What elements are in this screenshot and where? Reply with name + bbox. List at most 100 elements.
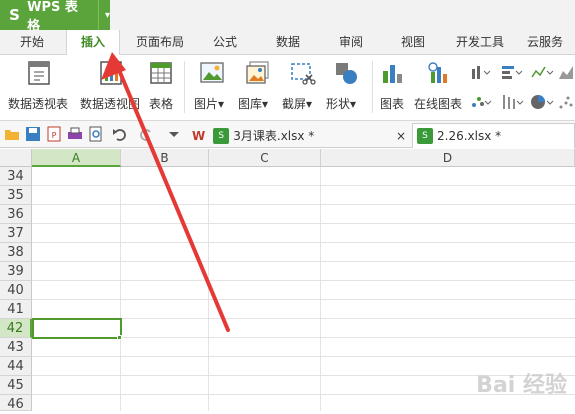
tab-review[interactable]: 审阅 [326, 30, 376, 55]
quick-access-bar: P W S 3月课表.xlsx * × S 2.26.xlsx * [0, 121, 575, 148]
row-header[interactable]: 39 [0, 262, 32, 281]
chart-icon [383, 65, 402, 83]
print-icon[interactable] [67, 126, 83, 142]
more-icon[interactable] [166, 126, 182, 142]
gridline [208, 167, 209, 411]
wps-app-menu-button[interactable]: S WPS 表格 ▾ [0, 0, 110, 34]
chart-label: 图表 [380, 97, 405, 111]
fill-handle[interactable] [117, 335, 122, 340]
scatter-chart-icon[interactable] [470, 93, 492, 111]
shapes-icon [336, 63, 357, 84]
ribbon-insert: 数据透视表 数据透视图 表格 图片▾ 图库▾ 截屏▾ 形状▾ 图表 在线图表 [0, 55, 575, 121]
online-chart-button[interactable]: 在线图表 [414, 59, 464, 111]
pivot-table-label: 数据透视表 [8, 97, 69, 111]
online-chart-icon [428, 62, 447, 83]
gridline [120, 167, 121, 411]
pivot-table-icon [28, 61, 50, 85]
document-name: 2.26.xlsx * [437, 129, 502, 143]
screenshot-button[interactable]: 截屏▾ [282, 59, 322, 111]
row-header-selected[interactable]: 42 [0, 319, 32, 338]
gridline [32, 185, 575, 186]
title-bar: S WPS 表格 ▾ [0, 0, 575, 34]
gridline [32, 280, 575, 281]
ribbon-separator [184, 61, 185, 113]
gallery-icon [246, 61, 269, 84]
pdf-icon[interactable]: P [46, 126, 62, 142]
row-header[interactable]: 38 [0, 243, 32, 262]
stock-chart-icon[interactable] [500, 93, 524, 111]
gallery-button[interactable]: 图库▾ [238, 59, 278, 111]
tab-insert[interactable]: 插入 [66, 30, 120, 56]
tab-view[interactable]: 视图 [388, 30, 438, 55]
gridline [32, 299, 575, 300]
tab-page-layout[interactable]: 页面布局 [128, 30, 192, 55]
tab-formula[interactable]: 公式 [200, 30, 250, 55]
gridline [32, 261, 575, 262]
gallery-label: 图库▾ [238, 97, 269, 111]
table-label: 表格 [149, 97, 174, 111]
area-chart-icon[interactable] [558, 63, 575, 81]
spreadsheet-file-icon: S [417, 128, 433, 144]
pie-chart-icon[interactable] [530, 93, 554, 111]
screenshot-label: 截屏▾ [282, 97, 313, 111]
gridline [32, 223, 575, 224]
shapes-label: 形状▾ [326, 97, 357, 111]
tab-data[interactable]: 数据 [262, 30, 314, 55]
app-name: WPS 表格 [27, 0, 78, 34]
tab-start[interactable]: 开始 [2, 30, 62, 55]
row-header[interactable]: 41 [0, 300, 32, 319]
baidu-watermark: Bai 经验 [476, 373, 567, 398]
selected-cell-a42[interactable] [32, 318, 122, 339]
more-charts-icon[interactable] [558, 93, 575, 111]
bar-chart-icon[interactable] [500, 63, 524, 81]
document-tab-1[interactable]: W S 3月课表.xlsx * × [188, 123, 410, 148]
undo-icon[interactable] [112, 126, 128, 142]
spreadsheet-file-icon: S [213, 127, 230, 144]
row-header[interactable]: 40 [0, 281, 32, 300]
wps-logo-icon: S [9, 6, 20, 24]
document-tab-2[interactable]: S 2.26.xlsx * [412, 123, 575, 148]
line-chart-icon[interactable] [530, 63, 554, 81]
chart-button[interactable]: 图表 [378, 59, 408, 111]
tab-cloud-service[interactable]: 云服务 [518, 30, 572, 55]
gridline [320, 167, 321, 411]
row-header[interactable]: 44 [0, 357, 32, 376]
picture-label: 图片▾ [194, 97, 225, 111]
gridline [32, 356, 575, 357]
row-header[interactable]: 34 [0, 167, 32, 186]
select-all-corner[interactable] [0, 149, 32, 167]
redo-icon[interactable] [138, 126, 154, 142]
ribbon-separator [372, 61, 373, 113]
online-chart-label: 在线图表 [414, 97, 463, 111]
column-header-c[interactable]: C [209, 149, 321, 167]
pivot-table-button[interactable]: 数据透视表 [8, 59, 70, 111]
row-header[interactable]: 36 [0, 205, 32, 224]
print-preview-icon[interactable] [88, 126, 104, 142]
picture-icon [200, 62, 224, 83]
row-header[interactable]: 43 [0, 338, 32, 357]
pivot-chart-icon [100, 61, 122, 85]
save-icon[interactable] [25, 126, 41, 142]
row-header[interactable]: 35 [0, 186, 32, 205]
column-header-a[interactable]: A [32, 149, 121, 167]
table-button[interactable]: 表格 [147, 59, 175, 111]
row-header[interactable]: 46 [0, 395, 32, 412]
table-icon [150, 62, 172, 84]
gridline [32, 204, 575, 205]
row-header[interactable]: 37 [0, 224, 32, 243]
folder-open-icon[interactable] [4, 126, 20, 142]
app-dropdown-icon[interactable]: ▾ [97, 0, 110, 30]
row-header[interactable]: 45 [0, 376, 32, 395]
column-header-d[interactable]: D [321, 149, 575, 167]
wps-w-icon: W [192, 128, 206, 143]
gridline [32, 242, 575, 243]
close-tab-icon[interactable]: × [396, 129, 406, 143]
menu-tab-bar: 开始 插入 页面布局 公式 数据 审阅 视图 开发工具 云服务 [0, 30, 575, 56]
screenshot-icon [291, 63, 316, 85]
shapes-button[interactable]: 形状▾ [326, 59, 366, 111]
column-header-b[interactable]: B [121, 149, 209, 167]
picture-button[interactable]: 图片▾ [192, 59, 232, 111]
tab-developer[interactable]: 开发工具 [448, 30, 512, 55]
pivot-chart-button[interactable]: 数据透视图 [80, 59, 142, 111]
column-chart-icon[interactable] [470, 63, 492, 81]
